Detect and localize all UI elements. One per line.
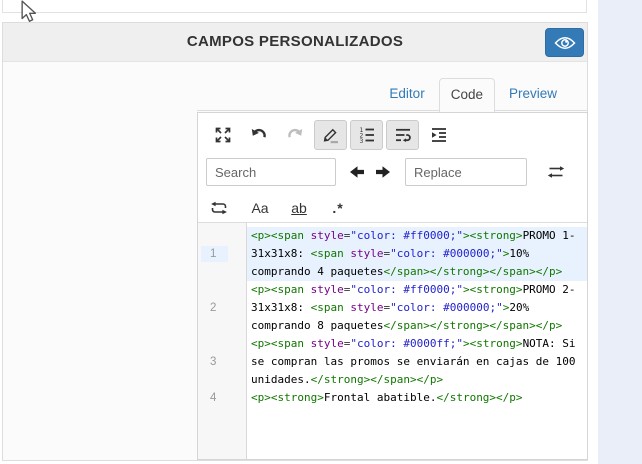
svg-text:3: 3 xyxy=(359,138,363,144)
code-lines: 1<p><span style="color: #ff0000;"><stron… xyxy=(198,227,587,407)
code-line-text[interactable]: <p><span style="color: #0000ff;"><strong… xyxy=(247,335,587,389)
wrap-text-button[interactable] xyxy=(386,120,419,150)
arrow-right-icon xyxy=(374,163,392,181)
preview-toggle-button[interactable] xyxy=(545,28,584,57)
undo-button[interactable] xyxy=(242,120,275,150)
code-line[interactable]: 4<p><strong>Frontal abatible.</strong></… xyxy=(198,389,587,407)
undo-icon xyxy=(250,126,268,144)
ordered-list-button[interactable]: 123 xyxy=(350,120,383,150)
tab-preview[interactable]: Preview xyxy=(495,78,571,111)
swap-arrows-icon xyxy=(546,163,566,181)
panel-title: CAMPOS PERSONALIZADOS xyxy=(3,23,587,61)
code-area[interactable]: 1<p><span style="color: #ff0000;"><stron… xyxy=(198,223,587,459)
line-number[interactable]: 1 xyxy=(198,227,247,281)
code-editor: 123 xyxy=(197,112,588,460)
panel-header: CAMPOS PERSONALIZADOS xyxy=(3,23,587,62)
indent-icon xyxy=(430,126,448,144)
arrow-left-icon xyxy=(348,163,366,181)
wrap-text-icon xyxy=(394,126,412,144)
line-number[interactable]: 2 xyxy=(198,281,247,335)
mouse-cursor xyxy=(21,0,37,24)
code-line-text[interactable]: <p><span style="color: #ff0000;"><strong… xyxy=(247,281,587,335)
redo-icon xyxy=(286,126,304,144)
tab-code[interactable]: Code xyxy=(439,78,495,112)
replace-swap-button[interactable] xyxy=(543,160,569,184)
toolbar-row-options: Aa ab .* xyxy=(206,195,579,221)
editor-toolbar: 123 xyxy=(198,113,587,223)
edit-pencil-button[interactable] xyxy=(314,120,347,150)
whole-word-toggle[interactable]: ab xyxy=(288,200,310,216)
line-number[interactable]: 4 xyxy=(198,389,247,407)
repeat-icon xyxy=(209,199,229,217)
code-line-text[interactable]: <p><strong>Frontal abatible.</strong></p… xyxy=(247,389,587,407)
fullscreen-button[interactable] xyxy=(206,120,239,150)
toolbar-row-search xyxy=(206,157,579,187)
toolbar-row-icons: 123 xyxy=(206,118,579,152)
search-input[interactable] xyxy=(206,158,336,186)
next-match-button[interactable] xyxy=(371,160,395,184)
tab-editor[interactable]: Editor xyxy=(375,78,438,111)
code-line[interactable]: 3<p><span style="color: #0000ff;"><stron… xyxy=(198,335,587,389)
replace-input[interactable] xyxy=(405,158,527,186)
editor-tabs: Editor Code Preview xyxy=(197,78,587,111)
redo-button[interactable] xyxy=(278,120,311,150)
eye-icon xyxy=(554,35,576,51)
pencil-icon xyxy=(322,126,340,144)
fullscreen-icon xyxy=(214,126,232,144)
previous-panel-bottom xyxy=(2,0,587,13)
line-number[interactable]: 3 xyxy=(198,335,247,389)
code-line[interactable]: 1<p><span style="color: #ff0000;"><stron… xyxy=(198,227,587,281)
indent-button[interactable] xyxy=(422,120,455,150)
previous-match-button[interactable] xyxy=(345,160,369,184)
ordered-list-icon: 123 xyxy=(358,126,376,144)
replace-all-button[interactable] xyxy=(206,196,232,220)
page-background-strip xyxy=(598,0,642,464)
match-case-toggle[interactable]: Aa xyxy=(249,200,271,216)
code-line-text[interactable]: <p><span style="color: #ff0000;"><strong… xyxy=(247,227,587,281)
regex-toggle[interactable]: .* xyxy=(327,200,349,216)
code-line[interactable]: 2<p><span style="color: #ff0000;"><stron… xyxy=(198,281,587,335)
custom-fields-panel: CAMPOS PERSONALIZADOS Editor Code Previe… xyxy=(2,22,588,461)
